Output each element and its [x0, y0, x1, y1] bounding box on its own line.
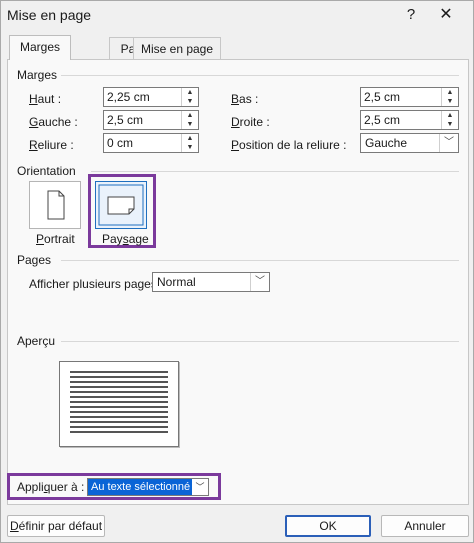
droite-spinner[interactable]: 2,5 cm ▲ ▼ [360, 110, 459, 130]
margins-section-label: Marges [17, 68, 58, 82]
apercu-section-label: Aperçu [17, 334, 56, 348]
pages-separator [61, 260, 459, 261]
reliure-up-icon[interactable]: ▲ [182, 134, 198, 143]
multiple-pages-value: Normal [157, 275, 196, 289]
afficher-pages-label: Afficher plusieurs pages : [29, 277, 164, 291]
haut-label: Haut : [29, 92, 62, 106]
orientation-separator [91, 171, 459, 172]
droite-down-icon[interactable]: ▼ [442, 120, 458, 129]
window-title: Mise en page [7, 7, 92, 23]
preview-line [70, 431, 168, 433]
paysage-option[interactable] [95, 181, 147, 229]
haut-spinner[interactable]: 2,25 cm ▲ ▼ [103, 87, 199, 107]
preview-line [70, 381, 168, 383]
pages-section-label: Pages [17, 253, 52, 267]
chevron-down-icon[interactable]: ﹀ [439, 134, 458, 152]
orientation-section-label: Orientation [17, 164, 76, 178]
title-bar: Mise en page ? ✕ [1, 1, 474, 31]
chevron-down-icon[interactable]: ﹀ [250, 273, 269, 291]
preview-line [70, 426, 168, 428]
bas-up-icon[interactable]: ▲ [442, 88, 458, 97]
apercu-separator [61, 341, 459, 342]
preview-line [70, 406, 168, 408]
reliure-label: Reliure : [29, 138, 74, 152]
paysage-label: Paysage [102, 232, 149, 246]
preview-line [70, 416, 168, 418]
preview-line [70, 411, 168, 413]
gauche-spinner[interactable]: 2,5 cm ▲ ▼ [103, 110, 199, 130]
haut-up-icon[interactable]: ▲ [182, 88, 198, 97]
preview-line [70, 391, 168, 393]
portrait-option[interactable] [29, 181, 81, 229]
page-setup-dialog: Mise en page ? ✕ Papier Mise en page Mar… [0, 0, 474, 543]
gauche-label: Gauche : [29, 115, 78, 129]
ok-button[interactable]: OK [285, 515, 371, 537]
margins-separator [61, 75, 459, 76]
bas-down-icon[interactable]: ▼ [442, 97, 458, 106]
position-reliure-value: Gauche [365, 136, 408, 150]
preview-line [70, 376, 168, 378]
close-icon[interactable]: ✕ [435, 5, 457, 25]
position-reliure-select[interactable]: Gauche ﹀ [360, 133, 459, 153]
gauche-value: 2,5 cm [107, 113, 144, 127]
preview-line [70, 401, 168, 403]
haut-down-icon[interactable]: ▼ [182, 97, 198, 106]
preview-line [70, 396, 168, 398]
apply-label: Appliquer à : [17, 480, 85, 494]
reliure-value: 0 cm [107, 136, 134, 150]
preview-line [70, 421, 168, 423]
apply-to-value: Au texte sélectionné [88, 479, 192, 495]
tab-mise-en-page[interactable]: Mise en page [133, 37, 221, 60]
gauche-down-icon[interactable]: ▼ [182, 120, 198, 129]
portrait-label: Portrait [36, 232, 75, 246]
multiple-pages-select[interactable]: Normal ﹀ [152, 272, 270, 292]
gauche-up-icon[interactable]: ▲ [182, 111, 198, 120]
droite-value: 2,5 cm [364, 113, 401, 127]
set-default-button[interactable]: Définir par défaut [7, 515, 105, 537]
preview-line [70, 371, 168, 373]
help-icon[interactable]: ? [401, 5, 421, 25]
apply-to-select[interactable]: Au texte sélectionné ﹀ [87, 478, 209, 496]
haut-value: 2,25 cm [107, 90, 150, 104]
preview-line [70, 386, 168, 388]
tab-marges[interactable]: Marges [9, 35, 71, 60]
droite-label: Droite : [231, 115, 270, 129]
page-preview [59, 361, 179, 447]
paysage-page-icon [98, 184, 144, 226]
droite-up-icon[interactable]: ▲ [442, 111, 458, 120]
portrait-page-icon [47, 190, 65, 220]
reliure-down-icon[interactable]: ▼ [182, 143, 198, 152]
position-reliure-label: Position de la reliure : [231, 138, 347, 152]
bas-spinner[interactable]: 2,5 cm ▲ ▼ [360, 87, 459, 107]
reliure-spinner[interactable]: 0 cm ▲ ▼ [103, 133, 199, 153]
bas-value: 2,5 cm [364, 90, 401, 104]
chevron-down-icon[interactable]: ﹀ [192, 479, 208, 495]
cancel-button[interactable]: Annuler [381, 515, 469, 537]
bas-label: Bas : [231, 92, 259, 106]
